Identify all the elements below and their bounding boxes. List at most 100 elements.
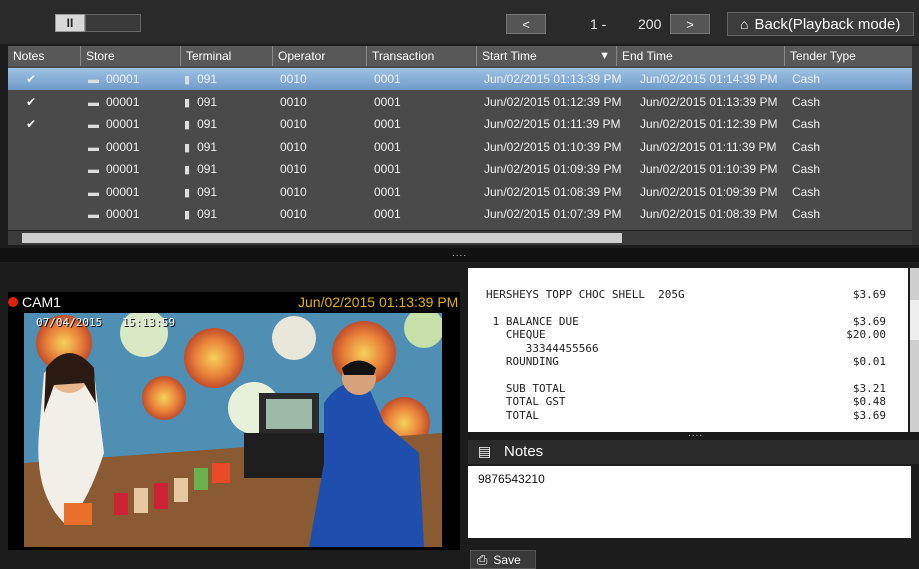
table-row[interactable]: ✔ ▬ 00001 ▮ 091 0010 0001 Jun/02/2015 01:12:39 …	[8, 91, 912, 113]
chevron-right-icon: >	[686, 16, 694, 32]
receipt-line: SUB TOTAL $3.21	[486, 382, 886, 395]
transaction-cell: 0001	[374, 113, 401, 135]
camera-timestamp: Jun/02/2015 01:13:39 PM	[298, 294, 459, 310]
col-start-time[interactable]: Start Time ▼	[476, 46, 616, 66]
tender-type-cell: Cash	[792, 68, 820, 90]
table-row[interactable]: ✔ ▬ 00001 ▮ 091 0010 0001 Jun/02/2015 01:13:39 …	[8, 68, 912, 90]
tender-type-cell: Cash	[792, 203, 820, 225]
store-cell-text: 00001	[106, 139, 140, 154]
table-row[interactable]: ▬ 00001 ▮ 091 0010 0001 Jun/02/2015 01:08:39 P…	[8, 181, 912, 203]
video-frame[interactable]	[24, 313, 442, 547]
home-icon: ⌂	[740, 16, 749, 32]
start-time-cell-text: Jun/02/2015 01:10:39 PM	[484, 139, 622, 154]
register-icon: ▬	[88, 186, 99, 199]
receipt-scrollbar[interactable]	[910, 268, 919, 432]
col-operator[interactable]: Operator	[272, 46, 366, 66]
receipt-line: 1 BALANCE DUE $3.69	[486, 315, 886, 328]
store-cell-text: 00001	[106, 207, 140, 221]
terminal-icon: ▮	[184, 164, 191, 176]
store-cell-text: 00001	[106, 184, 140, 199]
start-time-cell: Jun/02/2015 01:08:39 PM	[484, 181, 621, 203]
terminal-icon: ▮	[184, 74, 191, 86]
transaction-cell: 0001	[374, 136, 401, 158]
end-time-cell-text: Jun/02/2015 01:13:39 PM	[640, 94, 778, 109]
col-transaction[interactable]: Transaction	[366, 46, 476, 66]
col-tender-type[interactable]: Tender Type	[784, 46, 912, 66]
save-button[interactable]: ⎙ Save	[470, 550, 536, 569]
receipt-item-text: HERSHEYS TOPP CHOC SHELL 205G	[486, 288, 685, 301]
terminal-cell-text: 091	[197, 117, 218, 131]
table-row[interactable]: ▬ 00001 ▮ 091 0010 0001 Jun/02/2015 01:10:39 P…	[8, 136, 912, 158]
end-time-cell-text: Jun/02/2015 01:09:39 PM	[640, 184, 778, 199]
terminal-icon: ▮	[184, 209, 191, 221]
receipt-line: HERSHEYS TOPP CHOC SHELL 205G $3.69	[486, 288, 886, 301]
next-page-button[interactable]: >	[670, 14, 710, 34]
receipt-item-text: 33344455566	[486, 341, 599, 355]
operator-cell: 0010	[280, 136, 307, 158]
receipt-line: 33344455566	[486, 342, 886, 355]
tender-type-cell: Cash	[792, 113, 820, 135]
receipt-amount: $3.69	[852, 288, 886, 301]
table-row[interactable]: ▬ 00001 ▮ 091 0010 0001 Jun/02/2015 01:07:39 P…	[8, 203, 912, 225]
receipt-scroll-thumb[interactable]	[910, 300, 919, 340]
col-start-time-label: Start Time	[482, 49, 537, 63]
end-time-cell: Jun/02/2015 01:10:39 PM	[640, 158, 777, 180]
horizontal-splitter[interactable]: ....	[0, 248, 919, 262]
terminal-cell: ▮ 091	[184, 91, 217, 113]
video-osd: 07/04/2015 15:13:59	[36, 316, 175, 329]
transaction-cell: 0001	[374, 91, 401, 113]
col-notes[interactable]: Notes	[8, 46, 80, 66]
table-row[interactable]: ▬ 00001 ▮ 091 0010 0001 Jun/02/2015 01:09:39 P…	[8, 158, 912, 180]
col-store[interactable]: Store	[80, 46, 180, 66]
receipt-item-text: CHEQUE	[486, 328, 546, 342]
transaction-cell-text: 0001	[374, 94, 401, 109]
note-check-icon-text: ✔	[26, 117, 37, 131]
end-time-cell: Jun/02/2015 01:14:39 PM	[640, 68, 777, 90]
store-cell: ▬ 00001	[88, 91, 139, 113]
record-indicator-icon	[8, 297, 18, 307]
end-time-cell: Jun/02/2015 01:08:39 PM	[640, 203, 777, 225]
operator-cell: 0010	[280, 113, 307, 135]
end-time-cell: Jun/02/2015 01:12:39 PM	[640, 113, 777, 135]
end-time-cell-text: Jun/02/2015 01:08:39 PM	[640, 207, 778, 221]
playback-slider[interactable]	[85, 14, 141, 32]
notes-text: 9876543210	[478, 472, 545, 486]
terminal-icon: ▮	[184, 96, 191, 109]
terminal-cell-text: 091	[197, 72, 218, 86]
store-cell: ▬ 00001	[88, 158, 139, 180]
store-cell: ▬ 00001	[88, 68, 139, 90]
tender-type-cell: Cash	[792, 158, 820, 180]
vertical-splitter[interactable]: ....	[468, 428, 919, 440]
end-time-cell-text: Jun/02/2015 01:14:39 PM	[640, 72, 778, 86]
transaction-cell-text: 0001	[374, 207, 401, 221]
col-end-time[interactable]: End Time	[616, 46, 784, 66]
terminal-icon: ▮	[184, 141, 191, 154]
receipt-line: TOTAL GST $0.48	[486, 395, 886, 408]
notes-textarea[interactable]: 9876543210	[468, 466, 911, 538]
tender-type-cell: Cash	[792, 136, 820, 158]
operator-cell: 0010	[280, 91, 307, 113]
start-time-cell-text: Jun/02/2015 01:07:39 PM	[484, 207, 622, 221]
receipt-line: CHEQUE $20.00	[486, 328, 886, 341]
terminal-cell-text: 091	[197, 207, 218, 221]
register-icon: ▬	[88, 74, 99, 86]
store-cell-text: 00001	[106, 72, 140, 86]
transaction-table: Notes Store Terminal Operator Transactio…	[8, 46, 912, 230]
transaction-cell: 0001	[374, 68, 401, 90]
note-check-icon: ✔	[26, 91, 36, 113]
receipt-amount: $3.69	[852, 408, 886, 422]
previous-page-button[interactable]: <	[506, 14, 546, 34]
pause-button[interactable]: II	[55, 14, 85, 32]
operator-cell: 0010	[280, 158, 307, 180]
table-vertical-scrollbar[interactable]	[912, 46, 919, 245]
tender-type-cell: Cash	[792, 181, 820, 203]
scroll-thumb[interactable]	[22, 233, 622, 243]
col-terminal[interactable]: Terminal	[180, 46, 272, 66]
table-header: Notes Store Terminal Operator Transactio…	[8, 46, 912, 66]
back-playback-button[interactable]: ⌂ Back(Playback mode)	[727, 12, 914, 36]
terminal-cell: ▮ 091	[184, 136, 217, 158]
note-check-icon: ✔	[26, 68, 36, 90]
table-horizontal-scrollbar[interactable]	[8, 231, 912, 245]
terminal-cell: ▮ 091	[184, 181, 217, 203]
table-row[interactable]: ✔ ▬ 00001 ▮ 091 0010 0001 Jun/02/2015 01:11:39 …	[8, 113, 912, 135]
